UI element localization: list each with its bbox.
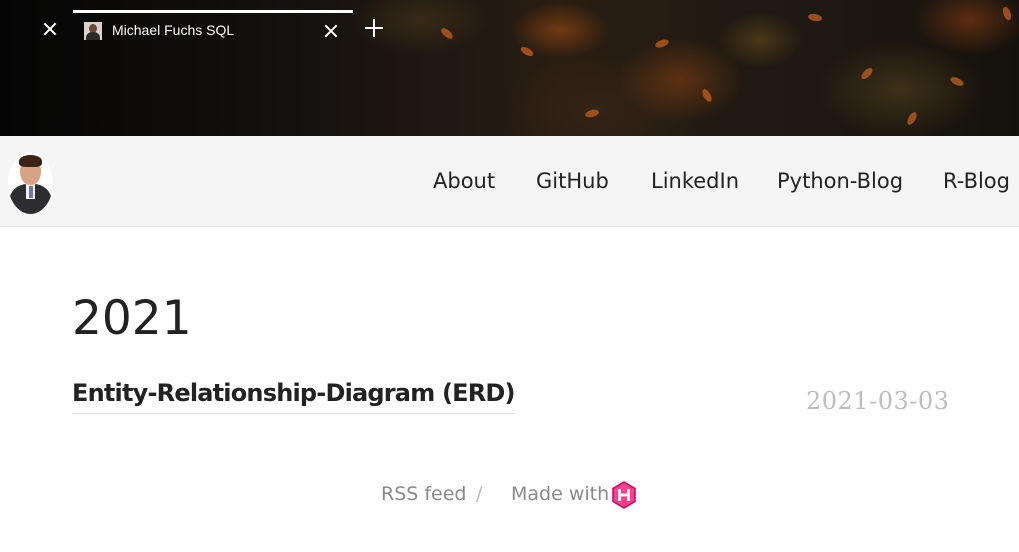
banner-leaf xyxy=(859,66,875,81)
nav-link-python-blog[interactable]: Python-Blog xyxy=(777,167,903,195)
banner-leaf xyxy=(1001,5,1013,22)
banner-leaf xyxy=(439,26,455,41)
avatar[interactable] xyxy=(8,152,53,214)
banner-leaf xyxy=(519,44,535,59)
tab-title: Michael Fuchs SQL xyxy=(112,22,235,38)
browser-tab[interactable]: Michael Fuchs SQL xyxy=(73,10,353,44)
post-date: 2021-03-03 xyxy=(806,387,950,415)
avatar-hair xyxy=(19,155,42,167)
footer-separator: / xyxy=(476,483,483,505)
post-title-link[interactable]: Entity-Relationship-Diagram (ERD) xyxy=(72,377,516,414)
nav-link-r-blog[interactable]: R-Blog xyxy=(943,167,1010,195)
header-banner: Michael Fuchs SQL xyxy=(0,0,1019,136)
plus-icon[interactable] xyxy=(365,19,383,37)
banner-leaf xyxy=(654,37,670,50)
banner-leaf xyxy=(807,12,823,23)
made-with-link[interactable]: Made with xyxy=(511,482,609,506)
banner-leaf xyxy=(700,87,714,104)
banner-leaf xyxy=(905,110,919,127)
nav-link-github[interactable]: GitHub xyxy=(536,167,609,195)
avatar-tie xyxy=(29,186,33,198)
nav-link-linkedin[interactable]: LinkedIn xyxy=(651,167,739,195)
hugo-logo-icon[interactable] xyxy=(611,481,637,509)
close-icon[interactable] xyxy=(324,24,338,38)
archive-year: 2021 xyxy=(72,291,192,346)
close-icon[interactable] xyxy=(43,22,57,36)
banner-leaf xyxy=(949,75,965,88)
nav-link-about[interactable]: About xyxy=(433,167,495,195)
favicon-shoulders xyxy=(86,32,100,40)
tab-favicon xyxy=(84,22,102,40)
banner-leaf xyxy=(584,108,600,119)
site-navbar: About GitHub LinkedIn Python-Blog R-Blog xyxy=(0,136,1019,227)
rss-feed-link[interactable]: RSS feed xyxy=(381,482,467,506)
